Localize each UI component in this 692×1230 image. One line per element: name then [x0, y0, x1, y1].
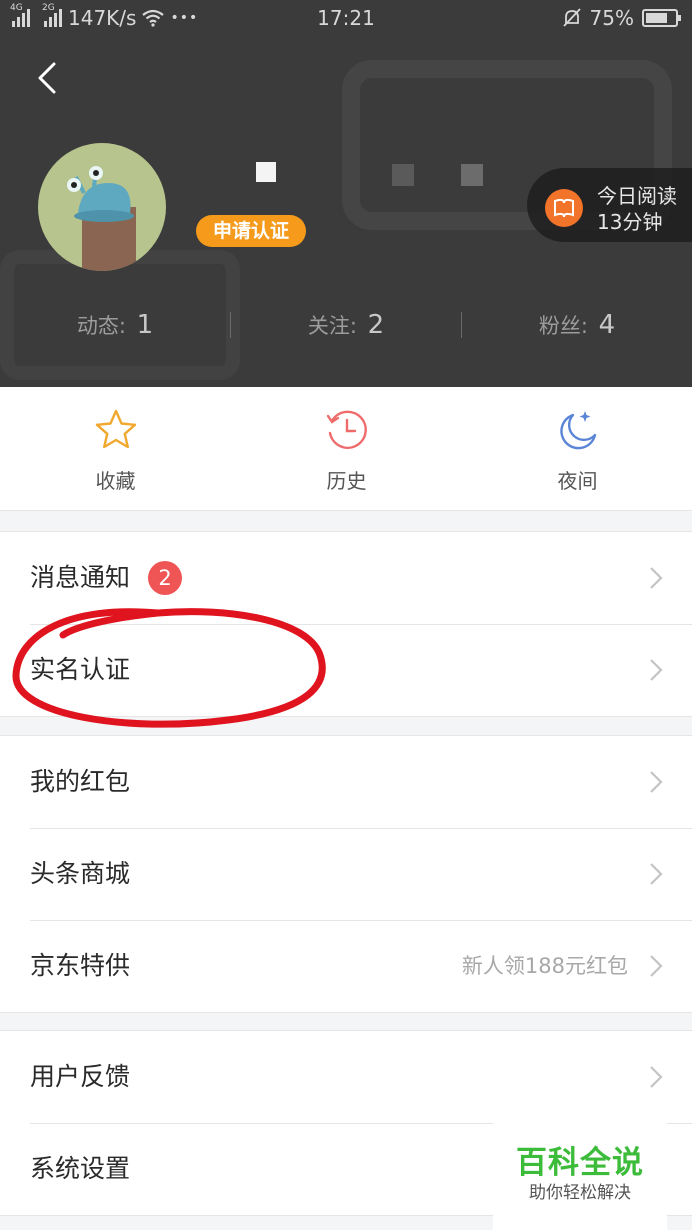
avatar[interactable]: [38, 143, 166, 271]
history-button[interactable]: 历史: [231, 387, 462, 511]
stat-value: 1: [136, 310, 154, 340]
stat-label: 关注:: [307, 314, 364, 338]
redacted-block: [461, 164, 483, 186]
username-redacted: [196, 160, 496, 190]
back-arrow-icon[interactable]: [28, 58, 68, 98]
profile-header: 4G 2G 147K/s ••• 17:21 75% 申请认证 今日阅读 13分…: [0, 0, 692, 387]
profile-stats: 动态: 1 关注: 2 粉丝: 4: [0, 300, 692, 350]
stat-value: 2: [367, 310, 385, 340]
reading-duration: 13分钟: [597, 210, 663, 234]
moon-icon: [560, 411, 597, 450]
today-reading-pill[interactable]: 今日阅读 13分钟: [527, 168, 692, 242]
chevron-right-icon: [650, 659, 663, 681]
mute-bell-icon: [562, 8, 581, 27]
menu-item-jd-special[interactable]: 京东特供 新人领188元红包: [0, 920, 692, 1012]
profile-page: 4G 2G 147K/s ••• 17:21 75% 申请认证 今日阅读 13分…: [0, 0, 692, 1230]
favorites-label: 收藏: [95, 469, 136, 493]
chevron-right-icon: [650, 771, 663, 793]
menu-group-2: 我的红包 头条商城 京东特供 新人领188元红包: [0, 735, 692, 1013]
promo-subtext: 新人领188元红包: [461, 954, 628, 978]
reading-title: 今日阅读: [597, 184, 677, 208]
quick-actions-bar: 收藏 历史 夜间: [0, 387, 692, 511]
menu-item-label: 头条商城: [30, 859, 131, 888]
book-icon: [545, 189, 583, 227]
apply-certification-button[interactable]: 申请认证: [196, 215, 306, 247]
battery-level: [646, 13, 667, 23]
history-label: 历史: [326, 469, 367, 493]
menu-item-mall[interactable]: 头条商城: [0, 828, 692, 920]
watermark-title: 百科全说: [516, 1145, 644, 1181]
watermark-logo: 百科全说 助你轻松解决: [493, 1121, 667, 1230]
stat-label: 动态:: [76, 314, 133, 338]
stat-value: 4: [598, 310, 616, 340]
chevron-right-icon: [650, 567, 663, 589]
star-icon: [95, 409, 137, 449]
watermark-subtitle: 助你轻松解决: [529, 1183, 631, 1203]
notification-badge: 2: [148, 561, 182, 595]
menu-item-label: 系统设置: [30, 1154, 131, 1183]
stat-posts[interactable]: 动态: 1: [0, 300, 230, 350]
stat-followers[interactable]: 粉丝: 4: [462, 300, 692, 350]
chevron-right-icon: [650, 863, 663, 885]
menu-item-feedback[interactable]: 用户反馈: [0, 1031, 692, 1123]
menu-item-red-packets[interactable]: 我的红包: [0, 736, 692, 828]
favorites-button[interactable]: 收藏: [0, 387, 231, 511]
chevron-right-icon: [650, 955, 663, 977]
stat-following[interactable]: 关注: 2: [231, 300, 461, 350]
redacted-block: [256, 162, 276, 182]
status-right: 75%: [562, 6, 681, 30]
menu-item-label: 消息通知: [30, 563, 131, 592]
menu-item-label: 京东特供: [30, 951, 131, 980]
battery-icon: [642, 9, 681, 27]
chevron-right-icon: [650, 1066, 663, 1088]
stat-label: 粉丝:: [538, 314, 595, 338]
menu-item-real-name-verification[interactable]: 实名认证: [0, 624, 692, 716]
menu-item-label: 用户反馈: [30, 1062, 131, 1091]
status-bar: 4G 2G 147K/s ••• 17:21 75%: [0, 0, 692, 36]
history-clock-icon: [326, 410, 367, 449]
menu-item-label: 我的红包: [30, 767, 131, 796]
avatar-snail-icon: [67, 166, 136, 271]
menu-item-label: 实名认证: [30, 655, 131, 684]
menu-group-1: 消息通知 2 实名认证: [0, 531, 692, 717]
menu-item-notifications[interactable]: 消息通知 2: [0, 532, 692, 624]
redacted-block: [392, 164, 414, 186]
night-mode-label: 夜间: [557, 469, 598, 493]
battery-percent: 75%: [589, 6, 634, 30]
night-mode-button[interactable]: 夜间: [462, 387, 692, 511]
